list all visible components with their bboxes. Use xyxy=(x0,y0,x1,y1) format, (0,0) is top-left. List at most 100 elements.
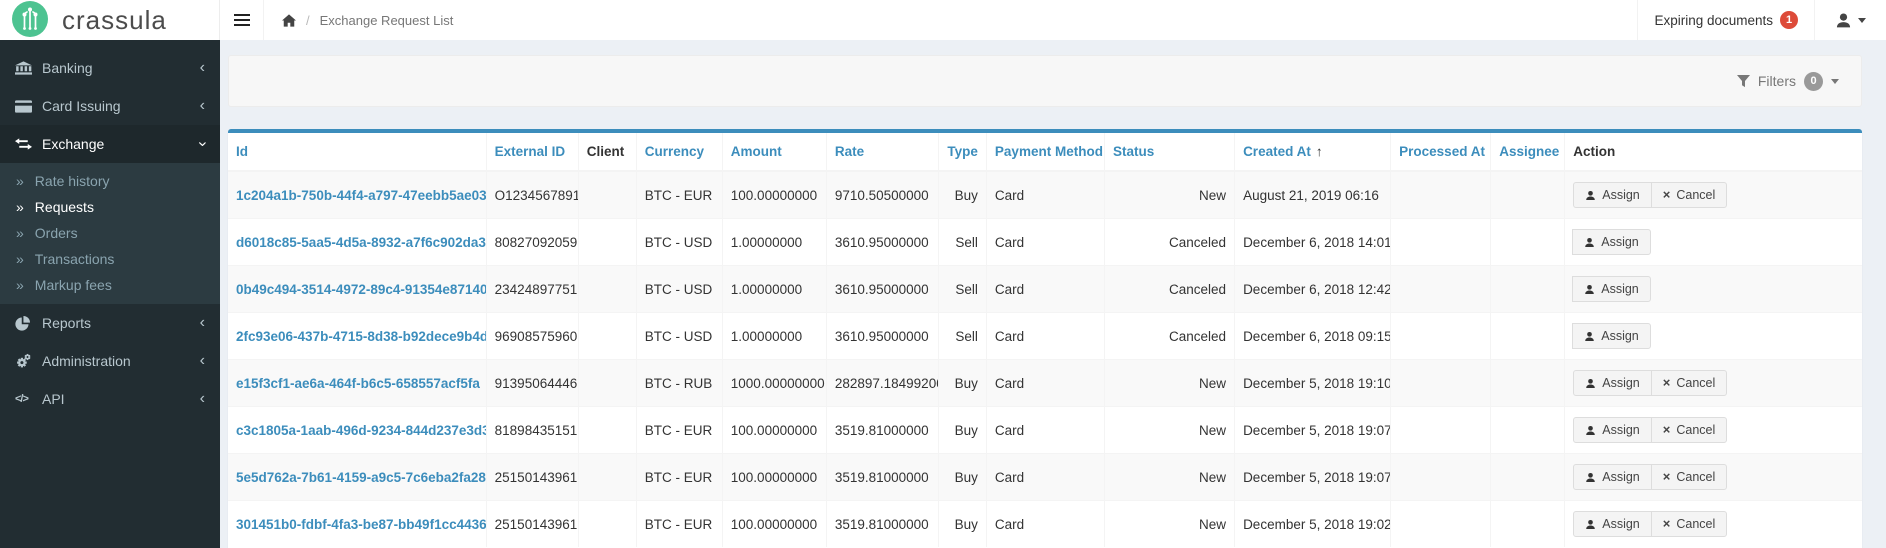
table-row: 1c204a1b-750b-44f4-a797-47eebb5ae03b O12… xyxy=(228,171,1862,219)
expiring-documents-link[interactable]: Expiring documents 1 xyxy=(1637,0,1815,40)
request-id-link[interactable]: 1c204a1b-750b-44f4-a797-47eebb5ae03b xyxy=(236,188,486,203)
request-id-link[interactable]: e15f3cf1-ae6a-464f-b6c5-658557acf5fa xyxy=(236,376,480,391)
cell-status: New xyxy=(1104,360,1234,407)
assign-button[interactable]: Assign xyxy=(1573,370,1652,396)
cell-rate: 3519.81000000 xyxy=(826,454,938,501)
bank-icon xyxy=(15,61,42,75)
filters-count-badge: 0 xyxy=(1804,72,1823,91)
assign-button[interactable]: Assign xyxy=(1573,417,1652,443)
table-row: e15f3cf1-ae6a-464f-b6c5-658557acf5fa 913… xyxy=(228,360,1862,407)
cell-payment-method: Card xyxy=(986,407,1104,454)
cell-status: New xyxy=(1104,454,1234,501)
x-icon: × xyxy=(1663,375,1671,391)
cell-rate: 3610.95000000 xyxy=(826,313,938,360)
sidebar-item-banking[interactable]: Banking ‹ xyxy=(0,49,220,87)
cancel-button[interactable]: ×Cancel xyxy=(1651,417,1728,443)
double-angle-right-icon: » xyxy=(16,199,24,215)
content-area: Filters 0 Id External ID Client xyxy=(220,40,1886,548)
column-header-amount[interactable]: Amount xyxy=(722,133,826,171)
x-icon: × xyxy=(1663,469,1671,485)
sidebar-item-transactions[interactable]: » Transactions xyxy=(0,246,220,272)
home-icon[interactable] xyxy=(282,14,296,27)
assign-button[interactable]: Assign xyxy=(1573,182,1652,208)
table-row: d6018c85-5aa5-4d5a-8932-a7f6c902da3c 808… xyxy=(228,219,1862,266)
column-header-client: Client xyxy=(578,133,636,171)
assign-button[interactable]: Assign xyxy=(1572,323,1651,349)
request-id-link[interactable]: 2fc93e06-437b-4715-8d38-b92dece9b4dc xyxy=(236,329,486,344)
cell-status: Canceled xyxy=(1104,219,1234,266)
sidebar-item-exchange[interactable]: Exchange ‹ xyxy=(0,125,220,163)
column-header-rate[interactable]: Rate xyxy=(826,133,938,171)
column-header-assignee[interactable]: Assignee xyxy=(1491,133,1565,171)
request-id-link[interactable]: 301451b0-fdbf-4fa3-be87-bb49f1cc4436 xyxy=(236,517,486,532)
sidebar-item-rate-history[interactable]: » Rate history xyxy=(0,168,220,194)
sidebar-item-label: Reports xyxy=(42,315,91,331)
sidebar-item-label: Requests xyxy=(35,199,94,215)
column-header-created-at[interactable]: Created At↑ xyxy=(1235,133,1391,171)
request-id-link[interactable]: d6018c85-5aa5-4d5a-8932-a7f6c902da3c xyxy=(236,235,486,250)
action-buttons: Assign ×Cancel xyxy=(1573,464,1727,490)
cancel-button[interactable]: ×Cancel xyxy=(1651,182,1728,208)
cancel-button[interactable]: ×Cancel xyxy=(1651,370,1728,396)
request-id-link[interactable]: c3c1805a-1aab-496d-9234-844d237e3d3e xyxy=(236,423,486,438)
sidebar-item-card-issuing[interactable]: Card Issuing ‹ xyxy=(0,87,220,125)
cell-external-id: 91395064446 xyxy=(486,360,578,407)
request-id-link[interactable]: 0b49c494-3514-4972-89c4-91354e87140f xyxy=(236,282,486,297)
cell-currency: BTC - USD xyxy=(636,219,722,266)
cell-rate: 3610.95000000 xyxy=(826,219,938,266)
user-icon xyxy=(1584,284,1595,295)
cell-processed-at xyxy=(1391,501,1491,548)
cell-external-id: 25150143961 xyxy=(486,501,578,548)
request-id-link[interactable]: 5e5d762a-7b61-4159-a9c5-7c6eba2fa280 xyxy=(236,470,486,485)
column-header-status[interactable]: Status xyxy=(1104,133,1234,171)
assign-button[interactable]: Assign xyxy=(1573,464,1652,490)
cell-currency: BTC - EUR xyxy=(636,454,722,501)
column-header-type[interactable]: Type xyxy=(938,133,986,171)
column-header-processed-at[interactable]: Processed At xyxy=(1391,133,1491,171)
cell-client xyxy=(578,501,636,548)
navbar-main: / Exchange Request List Expiring documen… xyxy=(220,0,1886,40)
sidebar-item-orders[interactable]: » Orders xyxy=(0,220,220,246)
sidebar-toggle-button[interactable] xyxy=(220,0,264,40)
sidebar-item-api[interactable]: </> API ‹ xyxy=(0,380,220,418)
cell-type: Sell xyxy=(938,313,986,360)
action-buttons: Assign xyxy=(1573,276,1651,302)
brand-logo[interactable]: crassula xyxy=(0,0,220,40)
cell-type: Buy xyxy=(938,360,986,407)
sidebar-item-label: Orders xyxy=(35,225,78,241)
user-menu-button[interactable] xyxy=(1815,0,1886,40)
cell-amount: 1.00000000 xyxy=(722,219,826,266)
cell-assignee xyxy=(1491,501,1565,548)
filters-toggle-button[interactable]: Filters 0 xyxy=(1737,72,1839,91)
x-icon: × xyxy=(1663,187,1671,203)
cell-type: Buy xyxy=(938,171,986,219)
sidebar-item-administration[interactable]: Administration ‹ xyxy=(0,342,220,380)
column-header-currency[interactable]: Currency xyxy=(636,133,722,171)
cell-assignee xyxy=(1491,454,1565,501)
sidebar-item-label: Card Issuing xyxy=(42,98,121,114)
app-window: crassula / Exchange Request List Expirin… xyxy=(0,0,1886,548)
credit-card-icon xyxy=(15,100,42,113)
sidebar-item-markup-fees[interactable]: » Markup fees xyxy=(0,272,220,298)
action-buttons: Assign ×Cancel xyxy=(1573,417,1727,443)
cancel-button[interactable]: ×Cancel xyxy=(1651,464,1728,490)
column-header-payment-method[interactable]: Payment Method xyxy=(986,133,1104,171)
assign-button[interactable]: Assign xyxy=(1573,511,1652,537)
exchange-icon xyxy=(15,138,42,150)
top-navbar: crassula / Exchange Request List Expirin… xyxy=(0,0,1886,40)
sidebar-item-label: Markup fees xyxy=(35,277,112,293)
sidebar-item-reports[interactable]: Reports ‹ xyxy=(0,304,220,342)
assign-button[interactable]: Assign xyxy=(1572,276,1651,302)
assign-button[interactable]: Assign xyxy=(1572,229,1651,255)
user-icon xyxy=(1835,12,1852,29)
column-header-id[interactable]: Id xyxy=(228,133,486,171)
column-header-external-id[interactable]: External ID xyxy=(486,133,578,171)
cell-created-at: December 6, 2018 14:01 xyxy=(1235,219,1391,266)
sidebar-item-label: Banking xyxy=(42,60,93,76)
sidebar-item-requests[interactable]: » Requests xyxy=(0,194,220,220)
user-icon xyxy=(1585,425,1596,436)
caret-down-icon xyxy=(1858,18,1866,23)
action-buttons: Assign xyxy=(1573,323,1651,349)
cell-processed-at xyxy=(1391,266,1491,313)
cancel-button[interactable]: ×Cancel xyxy=(1651,511,1728,537)
